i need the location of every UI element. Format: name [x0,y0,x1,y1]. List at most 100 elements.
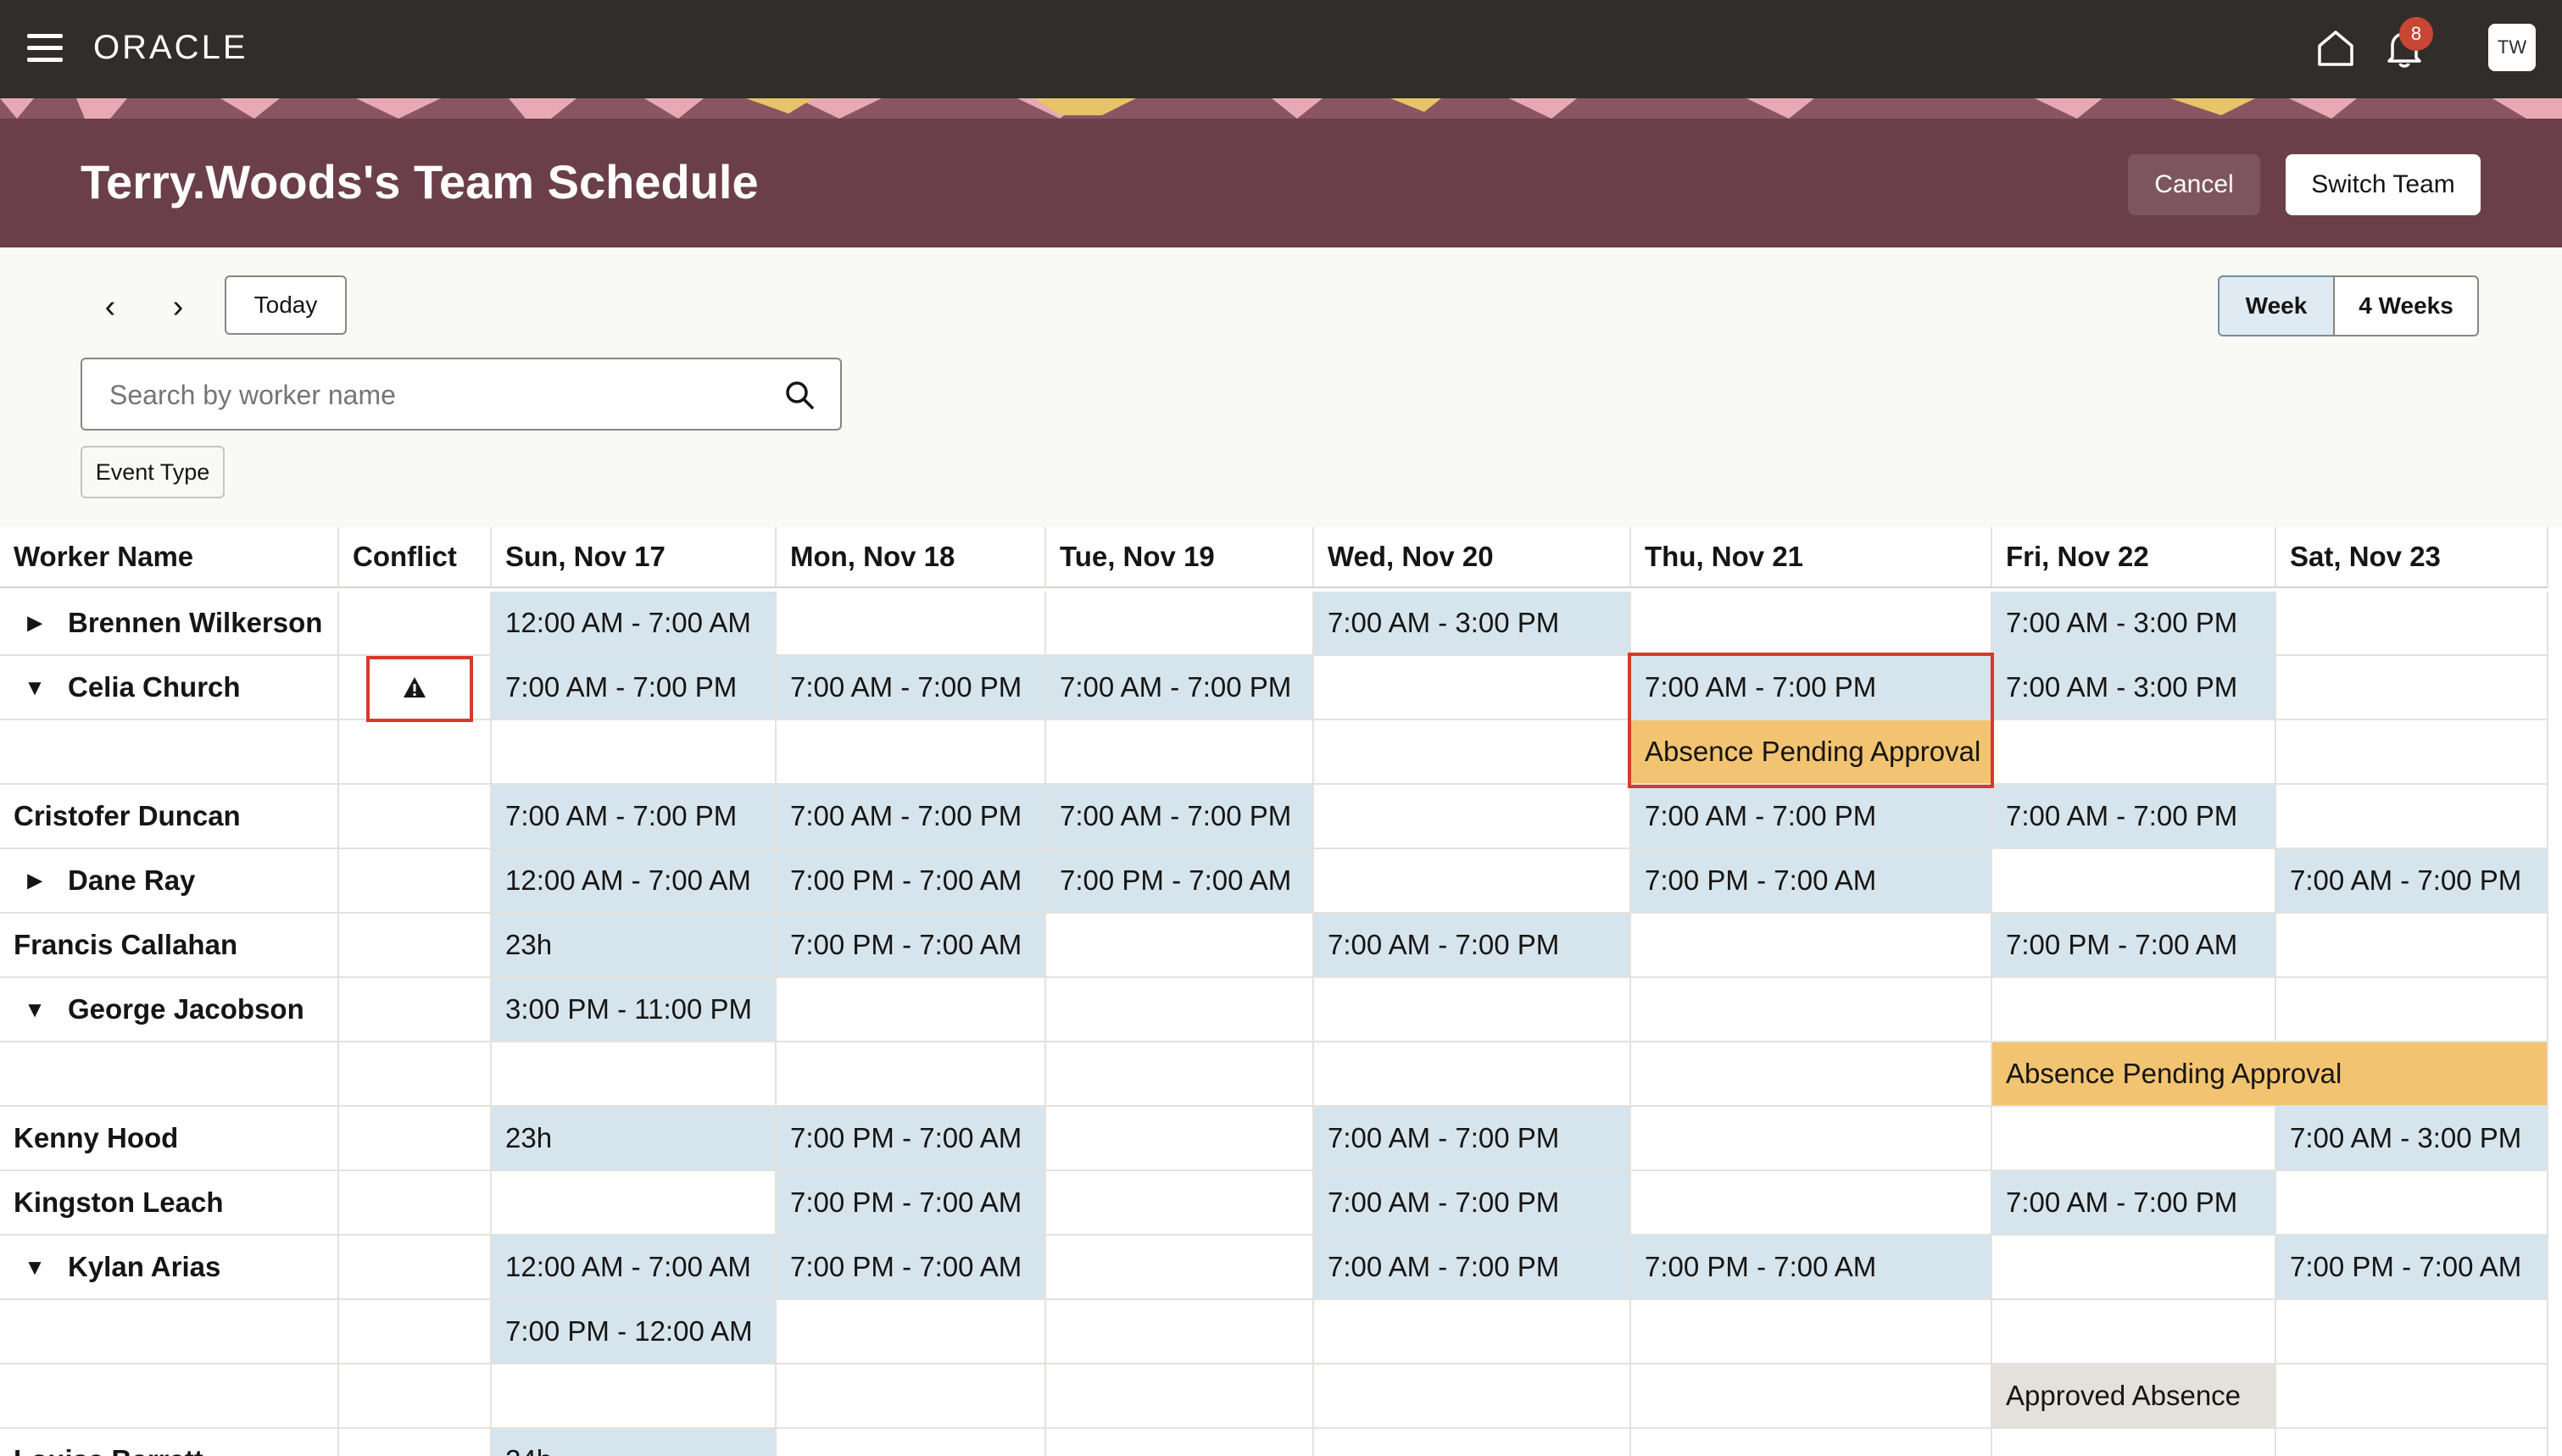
shift-block[interactable]: 7:00 AM - 7:00 PM [1992,1171,2276,1236]
expand-row-icon[interactable]: ▶ [24,870,46,892]
empty-day-cell[interactable] [2276,1364,2548,1429]
shift-block[interactable]: 24h [492,1429,777,1456]
shift-block[interactable]: 7:00 AM - 7:00 PM [1314,1171,1631,1236]
empty-day-cell[interactable] [1046,1107,1314,1171]
worker-name[interactable]: Celia Church [68,671,241,703]
empty-day-cell[interactable] [2276,914,2548,978]
shift-block[interactable]: 7:00 PM - 7:00 AM [777,914,1046,978]
empty-day-cell[interactable] [1314,978,1631,1042]
empty-day-cell[interactable] [1631,1429,1992,1456]
empty-day-cell[interactable] [1631,1042,1992,1107]
empty-day-cell[interactable] [1314,720,1631,785]
worker-name[interactable]: Brennen Wilkerson [68,607,322,639]
empty-day-cell[interactable] [1314,1429,1631,1456]
empty-day-cell[interactable] [1631,914,1992,978]
four-weeks-view-button[interactable]: 4 Weeks [2333,275,2479,336]
empty-day-cell[interactable] [777,720,1046,785]
shift-block[interactable]: 23h [492,1107,777,1171]
shift-block[interactable]: 7:00 AM - 7:00 PM [492,785,777,849]
empty-day-cell[interactable] [1046,592,1314,656]
empty-day-cell[interactable] [1992,1429,2276,1456]
shift-block[interactable]: 7:00 PM - 7:00 AM [1046,849,1314,914]
approved-absence-block[interactable]: Approved Absence [1992,1364,2276,1429]
shift-block[interactable]: 7:00 AM - 7:00 PM [1992,785,2276,849]
shift-block[interactable]: 7:00 AM - 7:00 PM [1631,785,1992,849]
worker-name[interactable]: Kenny Hood [14,1122,178,1154]
empty-day-cell[interactable] [1631,1171,1992,1236]
search-input[interactable] [108,359,772,431]
shift-block[interactable]: 7:00 PM - 7:00 AM [777,1107,1046,1171]
shift-block[interactable]: 7:00 PM - 7:00 AM [1631,1236,1992,1300]
shift-block[interactable]: 23h [492,914,777,978]
previous-week-button[interactable]: ‹ [93,290,127,324]
empty-day-cell[interactable] [1046,1171,1314,1236]
empty-day-cell[interactable] [1046,1042,1314,1107]
empty-day-cell[interactable] [2276,1171,2548,1236]
empty-day-cell[interactable] [492,720,777,785]
shift-block[interactable]: 7:00 AM - 3:00 PM [1992,592,2276,656]
event-type-filter[interactable]: Event Type [81,446,225,498]
empty-day-cell[interactable] [492,1364,777,1429]
shift-block[interactable]: 7:00 AM - 7:00 PM [1046,656,1314,720]
shift-block[interactable]: 7:00 AM - 7:00 PM [2276,849,2548,914]
empty-day-cell[interactable] [1631,978,1992,1042]
empty-day-cell[interactable] [1046,1429,1314,1456]
empty-day-cell[interactable] [1314,1042,1631,1107]
oracle-logo[interactable]: ORACLE [93,29,248,67]
empty-day-cell[interactable] [777,1300,1046,1364]
empty-day-cell[interactable] [2276,656,2548,720]
empty-day-cell[interactable] [1631,1107,1992,1171]
empty-day-cell[interactable] [2276,1300,2548,1364]
worker-name[interactable]: George Jacobson [68,993,304,1025]
empty-day-cell[interactable] [1631,1364,1992,1429]
home-icon[interactable] [2314,27,2357,69]
empty-day-cell[interactable] [1992,1300,2276,1364]
collapse-row-icon[interactable]: ▼ [24,997,46,1023]
user-avatar[interactable]: TW [2488,24,2536,71]
empty-day-cell[interactable] [1992,1107,2276,1171]
empty-day-cell[interactable] [1046,914,1314,978]
shift-block[interactable]: 12:00 AM - 7:00 AM [492,1236,777,1300]
absence-pending-block[interactable]: Absence Pending Approval [1992,1042,2548,1107]
shift-block[interactable]: 7:00 PM - 7:00 AM [777,1171,1046,1236]
cancel-button[interactable]: Cancel [2128,154,2260,215]
empty-day-cell[interactable] [777,592,1046,656]
shift-block[interactable]: 7:00 PM - 7:00 AM [777,849,1046,914]
empty-day-cell[interactable] [1314,849,1631,914]
worker-name[interactable]: Louise Barrett [14,1444,203,1456]
next-week-button[interactable]: › [161,290,195,324]
worker-name[interactable]: Francis Callahan [14,929,237,961]
menu-icon[interactable] [27,34,63,63]
empty-day-cell[interactable] [1314,656,1631,720]
worker-name[interactable]: Dane Ray [68,864,195,897]
shift-block[interactable]: 7:00 AM - 7:00 PM [777,785,1046,849]
empty-day-cell[interactable] [1314,1300,1631,1364]
empty-day-cell[interactable] [1631,1300,1992,1364]
empty-day-cell[interactable] [777,1429,1046,1456]
empty-day-cell[interactable] [1046,978,1314,1042]
shift-block[interactable]: 7:00 AM - 3:00 PM [1314,592,1631,656]
empty-day-cell[interactable] [1314,785,1631,849]
empty-day-cell[interactable] [1992,720,2276,785]
shift-block[interactable]: 7:00 AM - 7:00 PM [1046,785,1314,849]
empty-day-cell[interactable] [492,1171,777,1236]
shift-block[interactable]: 7:00 AM - 7:00 PM [1314,914,1631,978]
search-icon[interactable] [783,378,816,412]
shift-block[interactable]: 7:00 AM - 7:00 PM [1314,1107,1631,1171]
empty-day-cell[interactable] [1314,1364,1631,1429]
empty-day-cell[interactable] [2276,785,2548,849]
shift-block[interactable]: 7:00 AM - 3:00 PM [1992,656,2276,720]
collapse-row-icon[interactable]: ▼ [24,675,46,701]
empty-day-cell[interactable] [1992,978,2276,1042]
switch-team-button[interactable]: Switch Team [2286,154,2481,215]
shift-block[interactable]: 7:00 PM - 7:00 AM [1992,914,2276,978]
today-button[interactable]: Today [225,275,347,335]
shift-block[interactable]: 7:00 AM - 7:00 PM [492,656,777,720]
empty-day-cell[interactable] [2276,720,2548,785]
empty-day-cell[interactable] [2276,1429,2548,1456]
week-view-button[interactable]: Week [2218,275,2335,336]
empty-day-cell[interactable] [777,978,1046,1042]
shift-block[interactable]: 12:00 AM - 7:00 AM [492,849,777,914]
empty-day-cell[interactable] [1046,1236,1314,1300]
shift-block[interactable]: 7:00 PM - 7:00 AM [2276,1236,2548,1300]
